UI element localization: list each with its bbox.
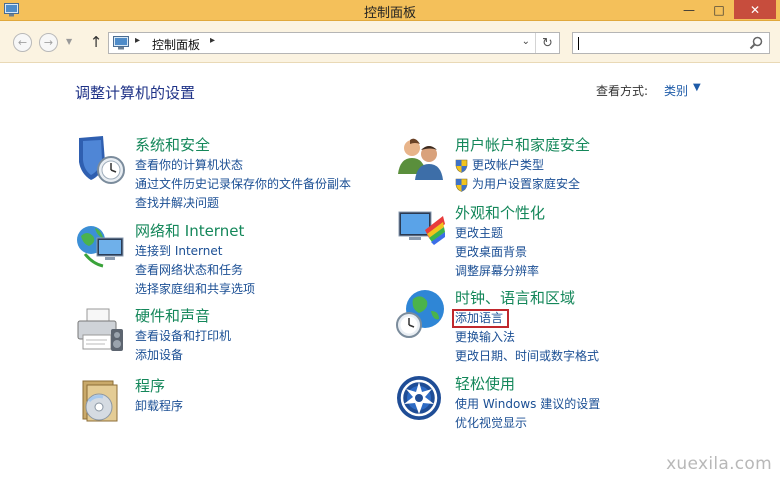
minimize-button[interactable]: — bbox=[674, 0, 704, 19]
link-date-time-format[interactable]: 更改日期、时间或数字格式 bbox=[455, 347, 599, 366]
link-label[interactable]: 更改帐户类型 bbox=[472, 158, 544, 172]
uac-shield-icon bbox=[455, 159, 468, 173]
category-title[interactable]: 系统和安全 bbox=[135, 134, 210, 155]
breadcrumb-control-panel[interactable]: 控制面板 bbox=[152, 36, 200, 53]
address-dropdown-button[interactable]: ⌄ bbox=[522, 36, 530, 47]
view-by-dropdown[interactable]: 类别 bbox=[664, 82, 688, 99]
category-title[interactable]: 网络和 Internet bbox=[135, 220, 244, 241]
link-desktop-background[interactable]: 更改桌面背景 bbox=[455, 243, 539, 262]
category-title[interactable]: 用户帐户和家庭安全 bbox=[455, 134, 590, 155]
network-icon[interactable] bbox=[75, 220, 127, 272]
category-title[interactable]: 外观和个性化 bbox=[455, 202, 545, 223]
users-icon[interactable] bbox=[395, 134, 447, 186]
category-title[interactable]: 程序 bbox=[135, 375, 165, 396]
link-change-account-type[interactable]: 更改帐户类型 bbox=[455, 156, 580, 175]
link-family-safety[interactable]: 为用户设置家庭安全 bbox=[455, 175, 580, 194]
category-title[interactable]: 时钟、语言和区域 bbox=[455, 287, 575, 308]
link-windows-recommended-settings[interactable]: 使用 Windows 建议的设置 bbox=[455, 395, 600, 414]
address-bar[interactable]: ▸ 控制面板 ▸ ⌄ ↻ bbox=[108, 32, 560, 54]
text-cursor bbox=[578, 37, 579, 50]
link-change-theme[interactable]: 更改主题 bbox=[455, 224, 539, 243]
link-label[interactable]: 为用户设置家庭安全 bbox=[472, 177, 580, 191]
link-change-input-method[interactable]: 更换输入法 bbox=[455, 328, 599, 347]
forward-button[interactable]: → bbox=[39, 33, 58, 52]
main-content: 调整计算机的设置 查看方式: 类别 ▼ 系统和安全 查看你的计算机状态 通过文件… bbox=[0, 64, 780, 477]
link-add-language[interactable]: 添加语言 bbox=[452, 309, 510, 328]
breadcrumb-separator[interactable]: ▸ bbox=[135, 35, 140, 46]
link-connect-internet[interactable]: 连接到 Internet bbox=[135, 242, 255, 261]
clock-globe-icon[interactable] bbox=[395, 287, 447, 339]
view-by-label: 查看方式: bbox=[596, 84, 649, 98]
window-title: 控制面板 bbox=[363, 6, 416, 21]
link-file-history-backup[interactable]: 通过文件历史记录保存你的文件备份副本 bbox=[135, 175, 351, 194]
link-add-device[interactable]: 添加设备 bbox=[135, 346, 231, 365]
link-screen-resolution[interactable]: 调整屏幕分辨率 bbox=[455, 262, 539, 281]
link-optimize-visual-display[interactable]: 优化视觉显示 bbox=[455, 414, 600, 433]
maximize-button[interactable]: □ bbox=[704, 0, 734, 19]
control-panel-icon bbox=[113, 36, 129, 50]
search-icon[interactable] bbox=[748, 35, 764, 51]
title-bar: 控制面板 — □ ✕ bbox=[0, 0, 780, 21]
recent-locations-button[interactable]: ▼ bbox=[66, 37, 72, 46]
category-title[interactable]: 轻松使用 bbox=[455, 373, 515, 394]
page-title: 调整计算机的设置 bbox=[75, 84, 196, 102]
up-button[interactable]: ↑ bbox=[86, 32, 106, 52]
refresh-button[interactable]: ↻ bbox=[535, 33, 559, 53]
appearance-icon[interactable] bbox=[395, 202, 447, 254]
link-uninstall-program[interactable]: 卸载程序 bbox=[135, 397, 183, 416]
back-button[interactable]: ← bbox=[13, 33, 32, 52]
programs-icon[interactable] bbox=[75, 375, 127, 427]
link-network-status[interactable]: 查看网络状态和任务 bbox=[135, 261, 255, 280]
uac-shield-icon bbox=[455, 178, 468, 192]
link-find-fix-problems[interactable]: 查找并解决问题 bbox=[135, 194, 351, 213]
link-view-computer-status[interactable]: 查看你的计算机状态 bbox=[135, 156, 351, 175]
watermark: xuexila.com bbox=[666, 454, 772, 474]
ease-of-access-icon[interactable] bbox=[395, 373, 447, 425]
link-devices-printers[interactable]: 查看设备和打印机 bbox=[135, 327, 231, 346]
link-homegroup-sharing[interactable]: 选择家庭组和共享选项 bbox=[135, 280, 255, 299]
view-by-arrow-icon[interactable]: ▼ bbox=[693, 82, 701, 93]
category-title[interactable]: 硬件和声音 bbox=[135, 305, 210, 326]
close-button[interactable]: ✕ bbox=[734, 0, 776, 19]
system-security-icon[interactable] bbox=[75, 134, 127, 186]
breadcrumb-separator[interactable]: ▸ bbox=[210, 35, 215, 46]
printer-icon[interactable] bbox=[75, 305, 127, 357]
search-input[interactable] bbox=[572, 32, 770, 54]
navigation-bar: ← → ▼ ↑ ▸ 控制面板 ▸ ⌄ ↻ bbox=[0, 21, 780, 63]
